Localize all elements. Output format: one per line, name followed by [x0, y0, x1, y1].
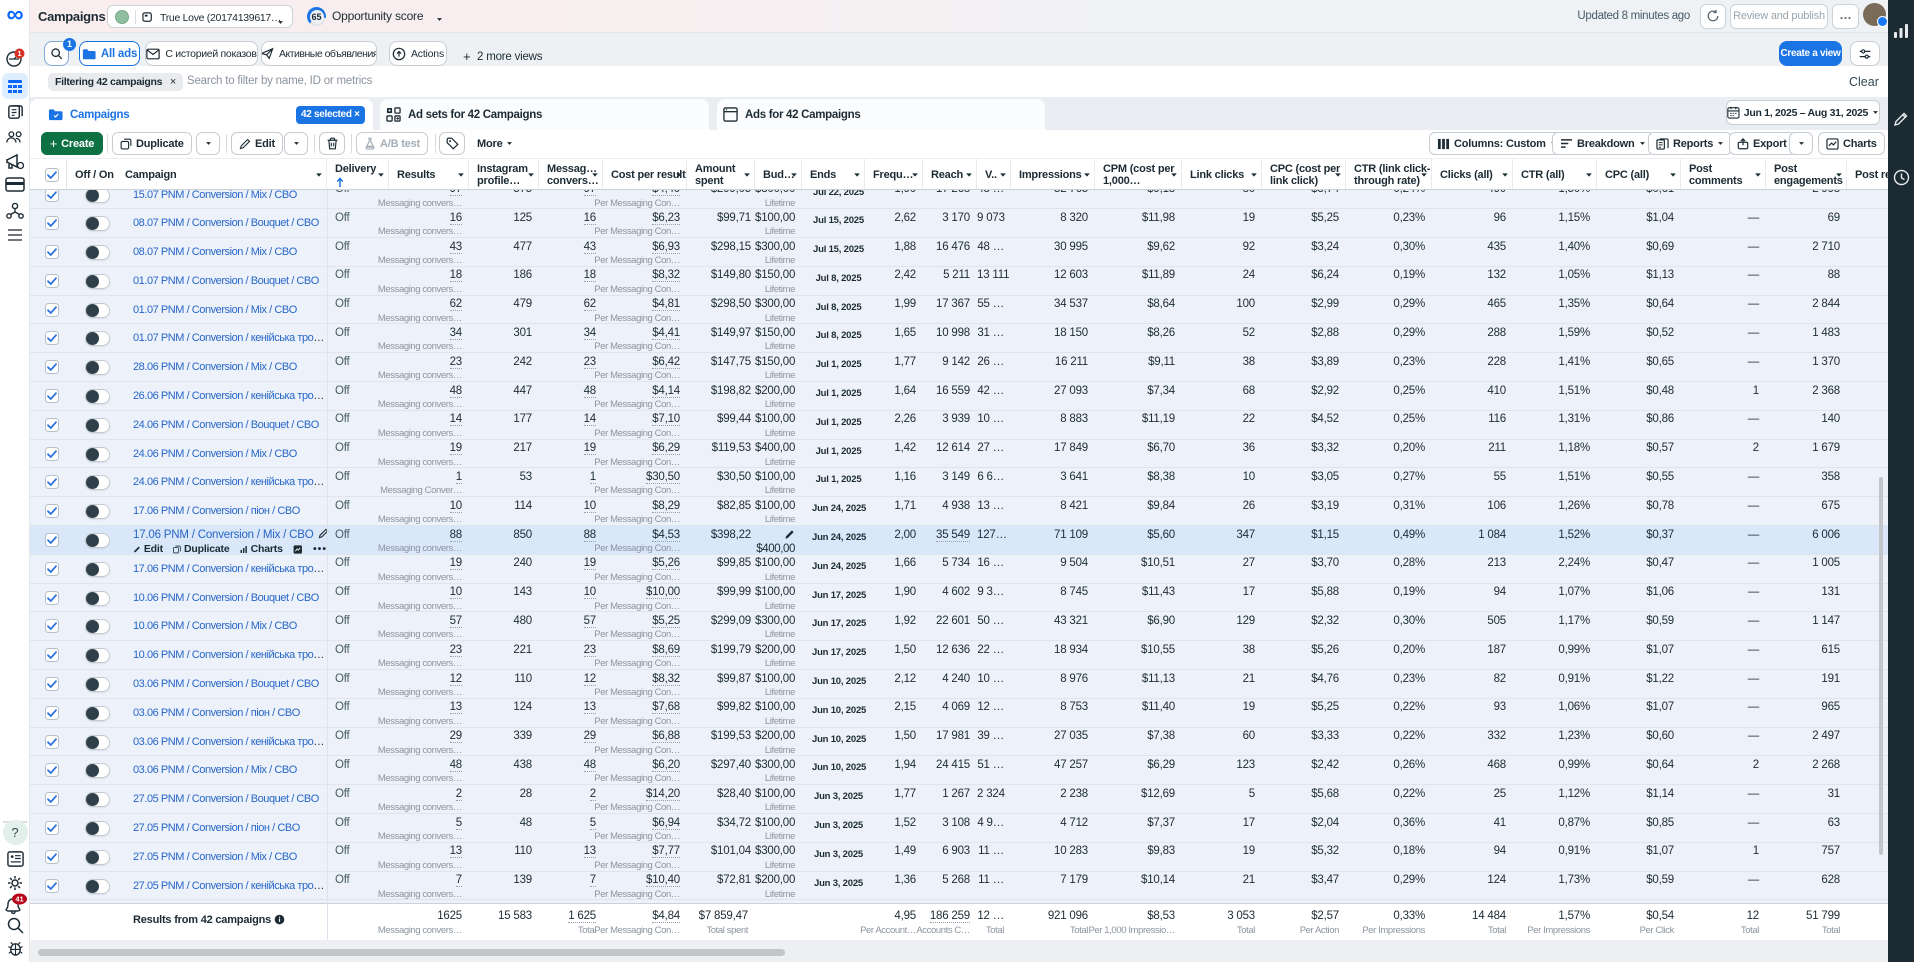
- svg-text:41: 41: [15, 894, 23, 903]
- svg-text:1: 1: [18, 51, 22, 58]
